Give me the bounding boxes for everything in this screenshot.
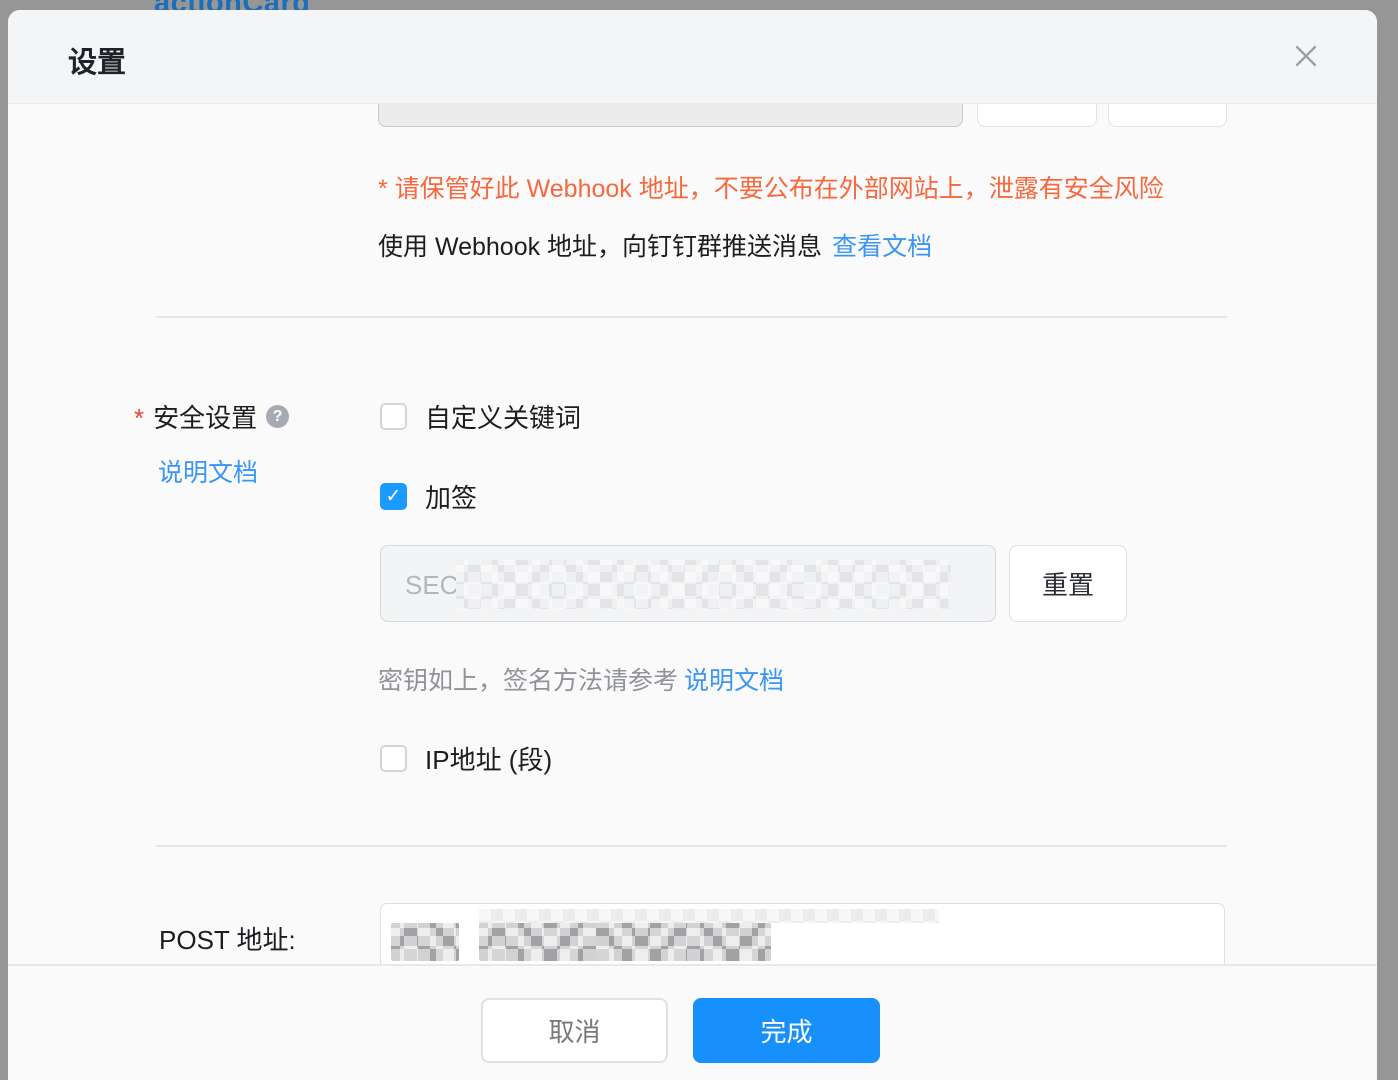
sign-note-text: 密钥如上，签名方法请参考: [378, 667, 678, 695]
option-ip-address[interactable]: IP地址 (段): [380, 740, 552, 777]
section-divider: [156, 845, 1227, 847]
security-settings-label: 安全设置: [153, 398, 257, 435]
background-actioncard-text: actionCard: [154, 0, 554, 10]
webhook-action-button-partial-2[interactable]: [1108, 104, 1227, 127]
option-sign[interactable]: ✓ 加签: [380, 478, 477, 515]
post-address-label: POST 地址:: [159, 920, 296, 957]
checkbox-sign-checked[interactable]: ✓: [380, 483, 407, 510]
close-icon: [1291, 41, 1321, 74]
checkbox-custom-keywords[interactable]: [380, 403, 407, 430]
security-docs-link[interactable]: 说明文档: [158, 453, 258, 489]
help-icon[interactable]: ?: [266, 405, 289, 428]
post-address-blurred-value-2: [479, 923, 771, 961]
check-icon: ✓: [386, 485, 402, 508]
post-address-blurred-value-1: [391, 923, 459, 961]
checkbox-ip-address[interactable]: [380, 745, 407, 772]
option-label: 加签: [425, 478, 477, 515]
webhook-warning-text: * 请保管好此 Webhook 地址，不要公布在外部网站上，泄露有安全风险: [378, 169, 1164, 205]
dialog-header: 设置: [8, 10, 1377, 104]
secret-key-blurred-value: [456, 560, 951, 609]
webhook-usage-text: 使用 Webhook 地址，向钉钉群推送消息: [378, 233, 822, 261]
confirm-button[interactable]: 完成: [693, 998, 880, 1063]
webhook-usage-line: 使用 Webhook 地址，向钉钉群推送消息查看文档: [378, 227, 932, 263]
dialog-title: 设置: [68, 39, 126, 81]
close-button[interactable]: [1284, 35, 1328, 79]
option-label: 自定义关键词: [425, 398, 581, 435]
dialog-footer: 取消 完成: [8, 964, 1377, 1080]
background-page-peek: actionCard: [154, 0, 554, 10]
webhook-action-button-partial-1[interactable]: [977, 104, 1097, 127]
sign-note-line: 密钥如上，签名方法请参考说明文档: [378, 661, 784, 697]
settings-dialog: 设置 * 请保管好此 Webhook 地址，不要公布在外部网站上，泄露有安全风险…: [8, 10, 1377, 1080]
view-docs-link[interactable]: 查看文档: [832, 233, 932, 261]
secret-key-input[interactable]: SEC4: [380, 545, 996, 622]
cancel-button[interactable]: 取消: [481, 998, 668, 1063]
option-label: IP地址 (段): [425, 740, 552, 777]
post-address-blurred-value-top: [479, 909, 939, 923]
webhook-url-input-partial[interactable]: [378, 104, 963, 127]
post-address-input[interactable]: [380, 903, 1225, 964]
security-settings-label-row: * 安全设置 ?: [134, 398, 289, 435]
sign-docs-link[interactable]: 说明文档: [684, 667, 784, 695]
section-divider: [156, 316, 1227, 318]
required-asterisk: *: [134, 399, 144, 434]
reset-button[interactable]: 重置: [1009, 545, 1127, 622]
option-custom-keywords[interactable]: 自定义关键词: [380, 398, 581, 435]
